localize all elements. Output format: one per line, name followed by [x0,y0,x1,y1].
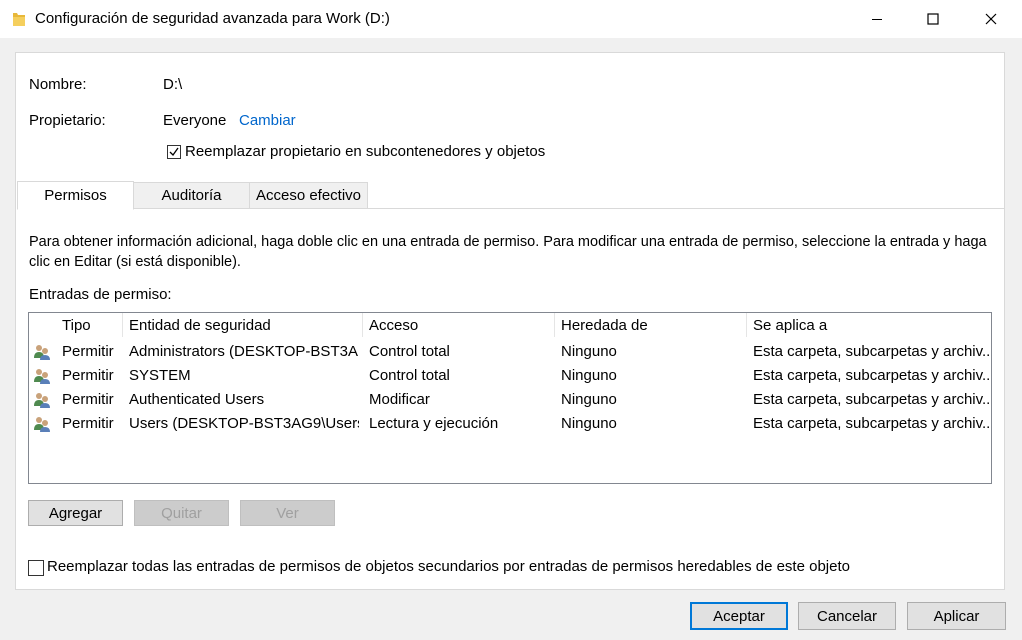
column-header-tipo[interactable]: Tipo [62,317,91,334]
column-header-entidad[interactable]: Entidad de seguridad [129,317,271,334]
users-icon [34,345,50,360]
minimize-icon [872,19,882,20]
cell-entidad: Administrators (DESKTOP-BST3A... [129,343,359,360]
column-header-aplica[interactable]: Se aplica a [753,317,827,334]
column-separator[interactable] [554,313,555,337]
table-row[interactable]: Permitir SYSTEM Control total Ninguno Es… [29,364,991,388]
folder-icon [13,13,25,26]
add-button[interactable]: Agregar [28,500,123,526]
cell-acceso: Modificar [369,391,430,408]
ok-button[interactable]: Aceptar [690,602,788,630]
column-header-acceso[interactable]: Acceso [369,317,418,334]
cell-tipo: Permitir [62,343,114,360]
name-value: D:\ [163,76,183,93]
replace-owner-checkbox[interactable] [167,145,181,159]
tab-acceso-efectivo[interactable]: Acceso efectivo [249,182,368,209]
main-panel: Nombre: D:\ Propietario: Everyone Cambia… [15,52,1005,590]
name-label: Nombre: [29,76,87,93]
cell-aplica: Esta carpeta, subcarpetas y archiv... [753,391,989,408]
remove-button[interactable]: Quitar [134,500,229,526]
owner-label: Propietario: [29,112,106,129]
cell-entidad: Users (DESKTOP-BST3AG9\Users) [129,415,359,432]
maximize-icon [927,13,939,25]
window-title: Configuración de seguridad avanzada para… [35,10,390,27]
cell-acceso: Control total [369,367,450,384]
replace-all-label: Reemplazar todas las entradas de permiso… [47,558,850,575]
cell-tipo: Permitir [62,415,114,432]
apply-button[interactable]: Aplicar [907,602,1006,630]
cell-aplica: Esta carpeta, subcarpetas y archiv... [753,343,989,360]
checkmark-icon [169,147,179,157]
cancel-button[interactable]: Cancelar [798,602,896,630]
table-row[interactable]: Permitir Authenticated Users Modificar N… [29,388,991,412]
cell-heredada: Ninguno [561,367,617,384]
replace-all-checkbox[interactable] [28,560,44,576]
view-button-label: Ver [276,504,299,522]
cell-entidad: SYSTEM [129,367,191,384]
title-bar: Configuración de seguridad avanzada para… [0,0,1022,38]
users-icon [34,417,50,432]
cell-tipo: Permitir [62,367,114,384]
owner-value: Everyone [163,112,227,129]
ok-button-label: Aceptar [713,607,765,625]
tab-label: Auditoría [161,187,222,204]
maximize-button[interactable] [904,0,962,38]
cell-aplica: Esta carpeta, subcarpetas y archiv... [753,367,989,384]
add-button-label: Agregar [48,504,103,522]
cell-acceso: Lectura y ejecución [369,415,499,432]
entries-label: Entradas de permiso: [29,286,172,303]
list-header: Tipo Entidad de seguridad Acceso Heredad… [29,313,991,337]
close-button[interactable] [962,0,1020,38]
tab-permisos[interactable]: Permisos [17,181,134,210]
cell-aplica: Esta carpeta, subcarpetas y archiv... [753,415,989,432]
cell-acceso: Control total [369,343,450,360]
permissions-description: Para obtener información adicional, haga… [29,234,987,270]
permission-entries-list[interactable]: Tipo Entidad de seguridad Acceso Heredad… [28,312,992,484]
users-icon [34,369,50,384]
minimize-button[interactable] [848,0,906,38]
remove-button-label: Quitar [161,504,202,522]
cell-tipo: Permitir [62,391,114,408]
cancel-button-label: Cancelar [816,607,878,625]
change-owner-link[interactable]: Cambiar [239,112,296,129]
tab-label: Acceso efectivo [255,187,362,204]
cell-entidad: Authenticated Users [129,391,265,408]
replace-owner-label: Reemplazar propietario en subcontenedore… [185,143,546,160]
table-row[interactable]: Permitir Users (DESKTOP-BST3AG9\Users) L… [29,412,991,436]
tab-auditoria[interactable]: Auditoría [133,182,250,209]
tab-label: Permisos [44,187,107,204]
users-icon [34,393,50,408]
cell-heredada: Ninguno [561,391,617,408]
column-separator[interactable] [122,313,123,337]
table-row[interactable]: Permitir Administrators (DESKTOP-BST3A..… [29,340,991,364]
cell-heredada: Ninguno [561,343,617,360]
view-button[interactable]: Ver [240,500,335,526]
column-separator[interactable] [746,313,747,337]
column-separator[interactable] [362,313,363,337]
close-icon [985,13,997,25]
column-header-heredada[interactable]: Heredada de [561,317,648,334]
cell-heredada: Ninguno [561,415,617,432]
apply-button-label: Aplicar [933,607,980,625]
